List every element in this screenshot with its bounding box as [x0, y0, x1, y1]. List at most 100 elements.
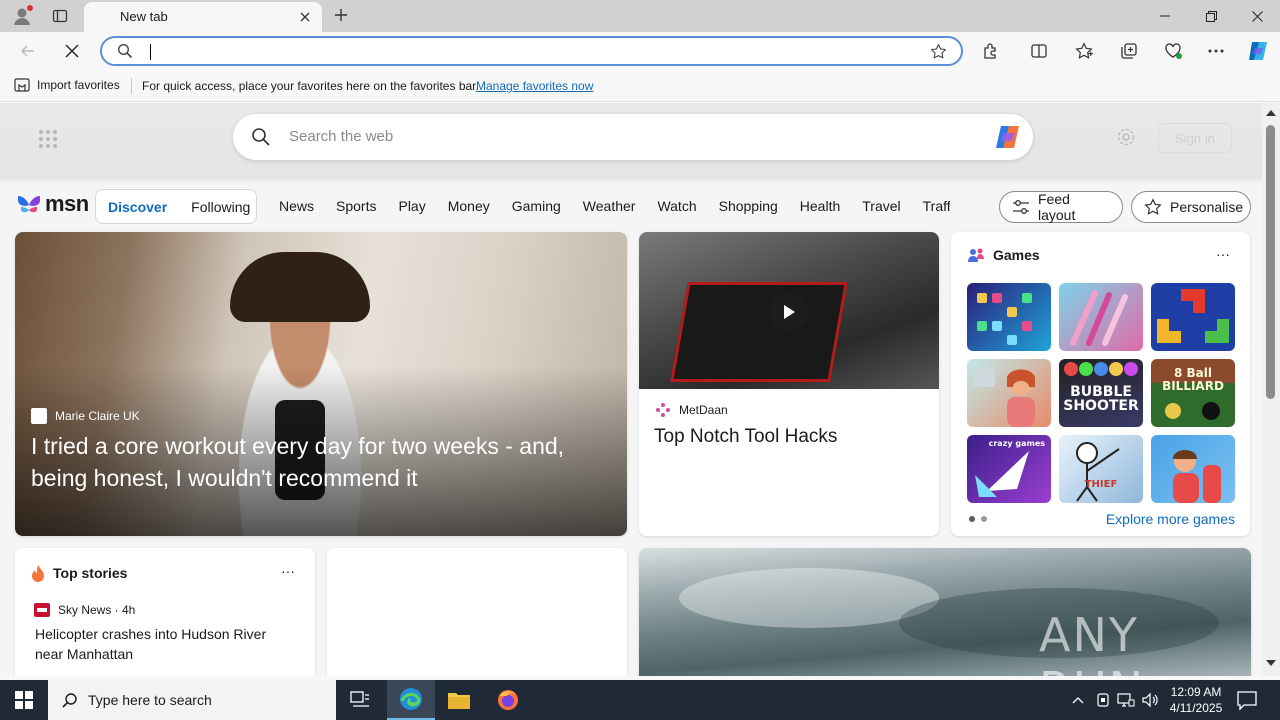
game-tile-makeup[interactable] [1059, 283, 1143, 351]
scroll-up-arrow-icon[interactable] [1266, 109, 1276, 119]
msn-logo[interactable]: msn [16, 191, 89, 217]
minimize-button[interactable] [1142, 0, 1188, 32]
scrollbar-thumb[interactable] [1266, 125, 1275, 399]
file-explorer-icon[interactable] [435, 680, 483, 720]
publisher-logo-icon [31, 408, 47, 424]
copilot-search-icon[interactable] [993, 123, 1023, 151]
nav-shopping[interactable]: Shopping [719, 198, 778, 214]
more-menu-icon[interactable] [1202, 37, 1230, 65]
page-scrollbar[interactable] [1262, 103, 1280, 676]
personalise-star-icon [1144, 198, 1162, 216]
video-source: MetDaan [655, 402, 728, 418]
tab-discover[interactable]: Discover [96, 199, 179, 215]
taskbar-clock[interactable]: 12:09 AM 4/11/2025 [1166, 684, 1226, 716]
stop-loading-button[interactable] [58, 37, 86, 65]
taskbar-search-placeholder: Type here to search [88, 692, 212, 708]
msn-wordmark: msn [45, 191, 89, 216]
tray-overflow-icon[interactable] [1068, 690, 1088, 710]
hero-headline[interactable]: I tried a core workout every day for two… [31, 430, 591, 494]
firefox-icon[interactable] [484, 680, 532, 720]
close-tab-icon[interactable] [296, 8, 314, 26]
taskbar-search-box[interactable]: Type here to search [48, 680, 336, 720]
network-icon[interactable] [1116, 690, 1136, 710]
notifications-icon[interactable] [1236, 689, 1258, 711]
nav-watch[interactable]: Watch [657, 198, 696, 214]
games-more-button[interactable]: ··· [1216, 246, 1230, 262]
video-article-card[interactable]: MetDaan Top Notch Tool Hacks [639, 232, 939, 536]
game-tile-billiard[interactable]: 8 Ball BILLIARD [1151, 359, 1235, 427]
manage-favorites-link[interactable]: Manage favorites now [476, 79, 593, 93]
back-button[interactable] [14, 37, 42, 65]
import-favorites-button[interactable]: Import favorites [14, 78, 120, 92]
hero-source-name: Marie Claire UK [55, 409, 140, 423]
hero-article-card[interactable]: Marie Claire UK I tried a core workout e… [15, 232, 627, 536]
game-tile-crazy-games[interactable]: crazy games [967, 435, 1051, 503]
start-button[interactable] [0, 680, 48, 720]
split-screen-icon[interactable] [1025, 37, 1053, 65]
address-bar[interactable] [100, 36, 963, 66]
favorites-icon[interactable] [1070, 37, 1098, 65]
scroll-down-arrow-icon[interactable] [1266, 659, 1276, 669]
nav-travel[interactable]: Travel [862, 198, 900, 214]
personalise-button[interactable]: Personalise [1131, 191, 1251, 223]
browser-toolbar [0, 32, 1280, 70]
thumbnail-toolbox [670, 282, 848, 382]
weather-image-card[interactable]: ANY RUN [639, 548, 1251, 676]
web-search-box[interactable]: Search the web [233, 114, 1033, 160]
profile-icon[interactable] [10, 4, 34, 28]
tab-new-tab[interactable]: New tab [84, 2, 322, 32]
nav-health[interactable]: Health [800, 198, 840, 214]
app-launcher-icon[interactable] [38, 129, 58, 149]
game-tile-bubble-shooter[interactable]: BUBBLE SHOOTER [1059, 359, 1143, 427]
game-tile-match3[interactable] [967, 283, 1051, 351]
collections-icon[interactable] [1115, 37, 1143, 65]
favorites-bar: Import favorites For quick access, place… [0, 70, 1280, 102]
nav-play[interactable]: Play [398, 198, 425, 214]
category-nav: News Sports Play Money Gaming Weather Wa… [279, 198, 950, 214]
game-tile-thief[interactable]: THIEF [1059, 435, 1143, 503]
import-favorites-label: Import favorites [37, 78, 120, 92]
video-headline[interactable]: Top Notch Tool Hacks [654, 426, 837, 448]
nav-sports[interactable]: Sports [336, 198, 376, 214]
metdaan-logo-icon [655, 402, 671, 418]
story-headline[interactable]: Helicopter crashes into Hudson River nea… [35, 624, 295, 664]
browser-essentials-icon[interactable] [1159, 37, 1187, 65]
nav-traffic[interactable]: Traffic [923, 198, 950, 214]
edge-taskbar-icon[interactable] [387, 680, 435, 720]
search-icon [117, 43, 133, 59]
game-tile-hospital[interactable] [967, 359, 1051, 427]
nav-money[interactable]: Money [448, 198, 490, 214]
top-stories-more-button[interactable]: ··· [281, 563, 295, 579]
sky-news-logo-icon [34, 603, 50, 617]
nav-gaming[interactable]: Gaming [512, 198, 561, 214]
sign-in-button[interactable]: Sign in [1158, 123, 1232, 153]
settings-gear-icon[interactable] [1116, 127, 1136, 147]
video-source-name: MetDaan [679, 403, 728, 417]
story-source: Sky News · 4h [34, 603, 135, 617]
restore-button[interactable] [1188, 0, 1234, 32]
hero-source: Marie Claire UK [31, 408, 140, 424]
device-icon[interactable] [1093, 690, 1113, 710]
task-view-icon[interactable] [336, 680, 384, 720]
games-pager[interactable] [969, 516, 987, 522]
extensions-icon[interactable] [977, 37, 1005, 65]
feed-layout-label: Feed layout [1038, 191, 1076, 223]
top-stories-header: Top stories [31, 564, 127, 582]
play-icon[interactable] [770, 293, 808, 331]
close-window-button[interactable] [1234, 0, 1280, 32]
anyrun-watermark: ANY RUN [1039, 608, 1143, 676]
game-tile-blocks[interactable] [1151, 283, 1235, 351]
nav-weather[interactable]: Weather [583, 198, 636, 214]
new-tab-button[interactable] [330, 4, 352, 26]
tab-actions-icon[interactable] [48, 4, 72, 28]
clock-time: 12:09 AM [1170, 685, 1222, 699]
tab-following[interactable]: Following [179, 199, 262, 215]
game-tile-arcade[interactable] [1151, 435, 1235, 503]
copilot-icon[interactable] [1244, 37, 1272, 65]
nav-news[interactable]: News [279, 198, 314, 214]
story-source-name: Sky News · 4h [58, 603, 136, 617]
explore-more-games-link[interactable]: Explore more games [1106, 511, 1235, 527]
feed-layout-button[interactable]: Feed layout [999, 191, 1123, 223]
volume-icon[interactable] [1140, 690, 1160, 710]
favorite-star-icon[interactable] [930, 43, 947, 60]
